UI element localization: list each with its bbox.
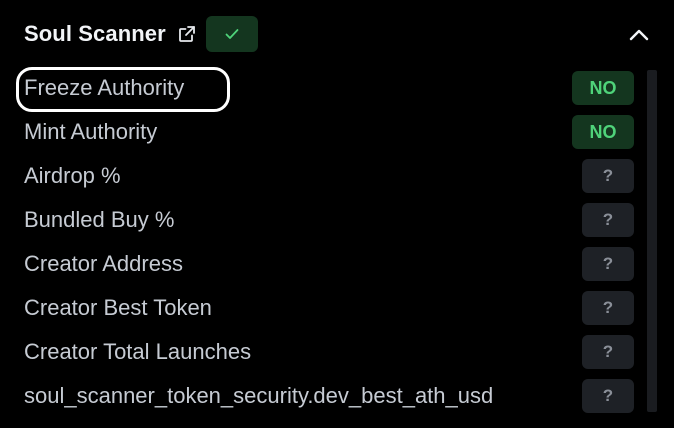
status-badge: ? <box>582 379 634 413</box>
check-icon <box>225 29 239 39</box>
list-item: soul_scanner_token_security.dev_best_ath… <box>0 374 674 418</box>
status-badge: ? <box>582 247 634 281</box>
list-item: Freeze Authority NO <box>0 66 674 112</box>
verified-badge <box>205 16 258 52</box>
collapse-button[interactable] <box>624 20 654 50</box>
status-badge: ? <box>582 203 634 237</box>
status-badge: NO <box>572 71 634 105</box>
row-label: Mint Authority <box>24 119 158 144</box>
security-list: Freeze Authority NO Mint Authority NO Airdro… <box>0 66 674 418</box>
list-item: Mint Authority NO <box>0 110 674 154</box>
status-badge: NO <box>572 115 634 149</box>
list-item: Creator Best Token? <box>0 286 674 330</box>
list-item: Bundled Buy %? <box>0 198 674 242</box>
row-label: soul_scanner_token_security.dev_best_ath… <box>24 383 494 408</box>
panel-header: Soul Scanner <box>24 14 654 54</box>
scrollbar[interactable] <box>647 70 657 412</box>
list-item: Creator Address? <box>0 242 674 286</box>
row-label: Airdrop % <box>24 163 121 188</box>
panel-title: Soul Scanner <box>24 21 166 46</box>
list-item: Creator Total Launches? <box>0 330 674 374</box>
row-label: Creator Address <box>24 251 183 276</box>
status-badge: ? <box>582 291 634 325</box>
row-label: Creator Best Token <box>24 295 212 320</box>
status-badge: ? <box>582 335 634 369</box>
external-link-icon[interactable] <box>176 23 198 45</box>
list-item: Airdrop %? <box>0 154 674 198</box>
chevron-up-icon <box>629 29 649 41</box>
row-label: Freeze Authority <box>24 75 185 100</box>
row-label: Bundled Buy % <box>24 207 175 232</box>
row-label: Creator Total Launches <box>24 339 252 364</box>
status-badge: ? <box>582 159 634 193</box>
